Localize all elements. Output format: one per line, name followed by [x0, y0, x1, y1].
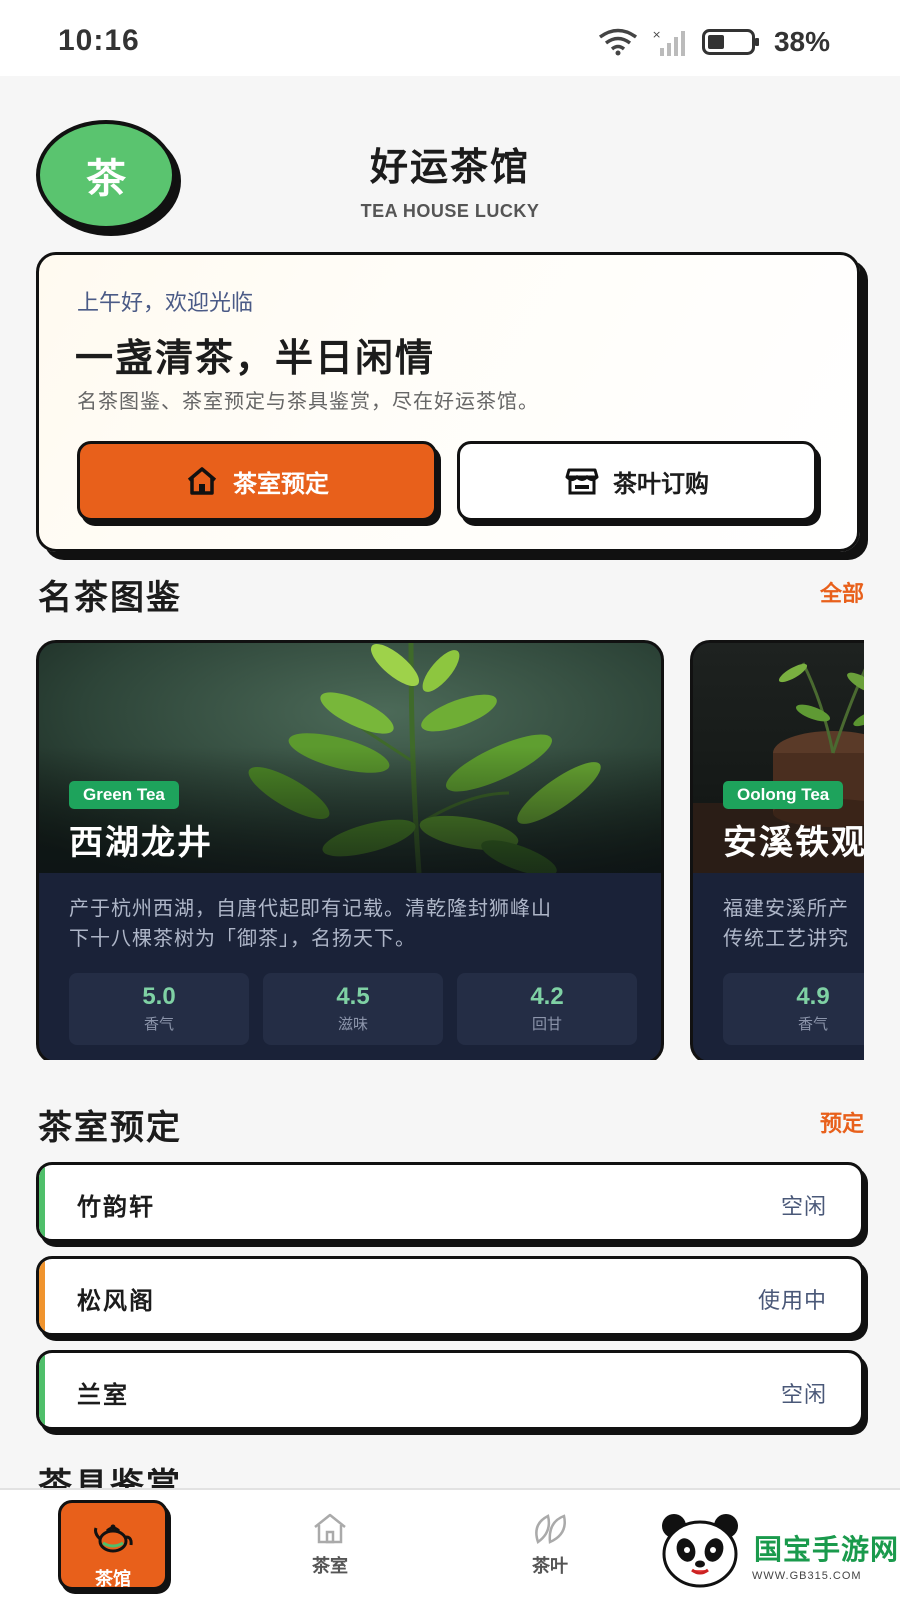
rating-taste: 4.5 滋味 — [263, 973, 443, 1045]
rating-label: 香气 — [143, 1015, 174, 1033]
rating-label: 香气 — [797, 1015, 828, 1033]
tea-description: 福建安溪所产 传统工艺讲究 — [723, 893, 864, 953]
wifi-icon — [598, 28, 637, 56]
room-name: 兰室 — [77, 1381, 129, 1409]
title-block: 好运茶馆 TEA HOUSE LUCKY — [250, 136, 650, 222]
tea-ratings: 4.9 香气 — [723, 973, 864, 1045]
leaf-icon — [535, 1514, 566, 1545]
tea-section-header: 名茶图鉴 全部 — [36, 570, 864, 618]
greeting-text: 上午好，欢迎光临 — [77, 291, 254, 316]
tea-description-line: 传统工艺讲究 — [723, 926, 849, 950]
battery-icon — [701, 29, 759, 55]
book-room-label: 茶室预定 — [233, 469, 329, 498]
rating-aroma: 5.0 香气 — [69, 973, 249, 1045]
room-name: 松风阁 — [77, 1287, 155, 1315]
watermark-url: WWW.GB315.COM — [752, 1570, 862, 1582]
tea-section-title: 名茶图鉴 — [38, 578, 182, 618]
teapot-icon — [94, 1524, 133, 1553]
book-link[interactable]: 预定 — [820, 1106, 864, 1138]
site-watermark: 国宝手游网 WWW.GB315.COM — [648, 1510, 900, 1600]
app-header: 茶 好运茶馆 TEA HOUSE LUCKY — [0, 76, 900, 246]
rating-value: 4.5 — [336, 983, 370, 1010]
room-status: 空闲 — [780, 1383, 827, 1408]
tea-description: 产于杭州西湖，自唐代起即有记载。清乾隆封狮峰山 下十八棵茶树为「御茶」，名扬天下… — [69, 893, 639, 953]
tea-name: 西湖龙井 — [69, 823, 213, 863]
room-item-songfengge[interactable]: 松风阁 使用中 — [36, 1256, 864, 1336]
logo-text: 茶 — [86, 156, 126, 202]
rating-value: 4.2 — [530, 983, 564, 1010]
rating-label: 滋味 — [337, 1015, 368, 1033]
tea-description-line: 福建安溪所产 — [723, 896, 849, 920]
home-icon — [187, 467, 217, 495]
battery-percent: 38% — [773, 26, 830, 57]
hero-description: 名茶图鉴、茶室预定与茶具鉴赏，尽在好运茶馆。 — [77, 389, 539, 413]
hero-title: 一盏清茶，半日闲情 — [75, 336, 436, 380]
tab-label: 茶馆 — [95, 1569, 131, 1590]
rating-value: 5.0 — [142, 983, 176, 1010]
rooms-section-header: 茶室预定 预定 — [36, 1100, 864, 1148]
rating-aftertaste: 4.2 回甘 — [457, 973, 637, 1045]
room-status: 使用中 — [757, 1289, 827, 1314]
status-bar: 10:16 × 38% — [0, 0, 900, 76]
room-status-accent — [39, 1165, 45, 1239]
room-status-accent — [39, 1353, 45, 1427]
welcome-card: 上午好，欢迎光临 一盏清茶，半日闲情 名茶图鉴、茶室预定与茶具鉴赏，尽在好运茶馆… — [36, 252, 860, 552]
tea-description-line: 下十八棵茶树为「御茶」，名扬天下。 — [69, 926, 416, 950]
tea-carousel[interactable]: Green Tea 西湖龙井 产于杭州西湖，自唐代起即有记载。清乾隆封狮峰山 下… — [36, 640, 864, 1060]
panda-logo-icon — [662, 1514, 738, 1588]
room-status-accent — [39, 1259, 45, 1333]
tea-category-badge: Green Tea — [69, 781, 179, 809]
tea-card[interactable]: Green Tea 西湖龙井 产于杭州西湖，自唐代起即有记载。清乾隆封狮峰山 下… — [36, 640, 664, 1060]
store-icon — [565, 468, 599, 495]
home-icon — [314, 1513, 346, 1544]
tea-description-line: 产于杭州西湖，自唐代起即有记载。清乾隆封狮峰山 — [69, 896, 552, 920]
tea-category-badge: Oolong Tea — [723, 781, 844, 809]
page-subtitle: TEA HOUSE LUCKY — [360, 201, 540, 221]
book-room-button[interactable]: 茶室预定 — [77, 441, 437, 521]
status-icons: × 38% — [598, 26, 830, 58]
tab-room[interactable]: 茶室 — [270, 1490, 390, 1600]
logo[interactable]: 茶 — [36, 120, 176, 230]
tea-name: 安溪铁观 — [723, 823, 864, 863]
tab-label: 茶室 — [312, 1556, 348, 1577]
room-item-lanshi[interactable]: 兰室 空闲 — [36, 1350, 864, 1430]
view-all-link[interactable]: 全部 — [820, 576, 864, 608]
status-time: 10:16 — [58, 24, 140, 57]
watermark-text: 国宝手游网 — [754, 1533, 900, 1566]
room-status: 空闲 — [780, 1195, 827, 1220]
signal-icon: × — [652, 28, 685, 56]
tab-teahouse[interactable]: 茶馆 — [58, 1500, 168, 1590]
order-tea-button[interactable]: 茶叶订购 — [457, 441, 817, 521]
rooms-section-title: 茶室预定 — [38, 1108, 182, 1148]
tea-card[interactable]: Oolong Tea 安溪铁观 福建安溪所产 传统工艺讲究 4.9 香气 — [690, 640, 864, 1060]
room-item-zhuyunxuan[interactable]: 竹韵轩 空闲 — [36, 1162, 864, 1242]
svg-text:×: × — [652, 28, 661, 41]
page-title: 好运茶馆 — [369, 145, 530, 189]
tea-ratings: 5.0 香气 4.5 滋味 4.2 回甘 — [69, 973, 637, 1045]
rating-value: 4.9 — [796, 983, 830, 1010]
room-name: 竹韵轩 — [77, 1193, 155, 1221]
tab-label: 茶叶 — [532, 1556, 568, 1577]
rating-aroma: 4.9 香气 — [723, 973, 864, 1045]
order-tea-label: 茶叶订购 — [613, 469, 709, 498]
rating-label: 回甘 — [531, 1015, 562, 1033]
tab-tea[interactable]: 茶叶 — [490, 1490, 610, 1600]
